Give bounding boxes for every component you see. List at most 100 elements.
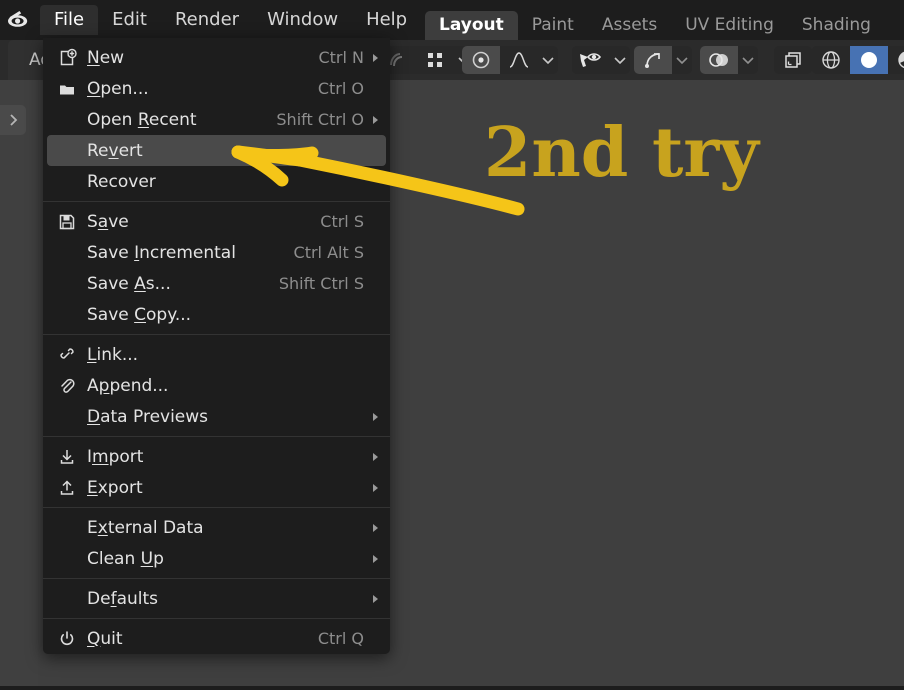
tab-layout[interactable]: Layout bbox=[425, 11, 518, 40]
open-folder-icon bbox=[47, 79, 87, 99]
menu-item-label: External Data bbox=[87, 517, 204, 538]
menu-root-render[interactable]: Render bbox=[161, 5, 253, 35]
chevron-down-icon[interactable] bbox=[610, 46, 630, 74]
menu-item-save[interactable]: Save Ctrl S bbox=[47, 206, 386, 237]
tab-paint[interactable]: Paint bbox=[518, 11, 588, 40]
submenu-arrow-icon bbox=[366, 594, 386, 604]
menu-item-link[interactable]: Link... bbox=[47, 339, 386, 370]
submenu-arrow-icon bbox=[366, 452, 386, 462]
snap-grid-icon[interactable] bbox=[416, 46, 454, 74]
menu-separator bbox=[43, 618, 390, 619]
menu-item-revert[interactable]: Revert bbox=[47, 135, 386, 166]
submenu-arrow-icon bbox=[366, 483, 386, 493]
import-arrow-icon bbox=[47, 447, 87, 467]
menu-item-quit[interactable]: Quit Ctrl Q bbox=[47, 623, 386, 654]
shading-group bbox=[812, 46, 904, 74]
submenu-arrow-icon bbox=[366, 523, 386, 533]
chain-link-icon bbox=[47, 345, 87, 365]
snapping-group bbox=[462, 46, 558, 74]
menu-item-save-copy[interactable]: Save Copy... bbox=[47, 299, 386, 330]
save-floppy-icon bbox=[47, 212, 87, 232]
menu-item-new[interactable]: New Ctrl N bbox=[47, 42, 386, 73]
transform-group bbox=[634, 46, 692, 74]
overlay-toggle-icon[interactable] bbox=[700, 46, 738, 74]
wireframe-shading-icon[interactable] bbox=[812, 46, 850, 74]
menu-root-list: File Edit Render Window Help bbox=[40, 0, 421, 40]
submenu-arrow-icon bbox=[366, 412, 386, 422]
menu-item-shortcut: Ctrl N bbox=[318, 48, 364, 67]
menu-separator bbox=[43, 436, 390, 437]
menu-item-export[interactable]: Export bbox=[47, 472, 386, 503]
menu-item-label: Clean Up bbox=[87, 548, 164, 569]
menu-item-external-data[interactable]: External Data bbox=[47, 512, 386, 543]
menu-item-label: Quit bbox=[87, 628, 123, 649]
menu-item-label: Export bbox=[87, 477, 143, 498]
material-preview-icon[interactable] bbox=[888, 46, 904, 74]
submenu-arrow-icon bbox=[366, 115, 386, 125]
menu-root-edit[interactable]: Edit bbox=[98, 5, 161, 35]
new-file-icon bbox=[47, 48, 87, 68]
submenu-arrow-icon bbox=[366, 554, 386, 564]
menu-item-label: Import bbox=[87, 446, 144, 467]
menu-item-label: New bbox=[87, 47, 125, 68]
menu-root-help[interactable]: Help bbox=[352, 5, 421, 35]
menu-item-data-previews[interactable]: Data Previews bbox=[47, 401, 386, 432]
menu-item-label: Save Incremental bbox=[87, 242, 236, 263]
power-icon bbox=[47, 629, 87, 649]
transform-orientation-icon[interactable] bbox=[634, 46, 672, 74]
paperclip-icon bbox=[47, 376, 87, 396]
blender-logo-icon[interactable] bbox=[0, 0, 40, 40]
menu-item-import[interactable]: Import bbox=[47, 441, 386, 472]
menu-separator bbox=[43, 507, 390, 508]
overlays-group bbox=[700, 46, 758, 74]
menu-item-save-as[interactable]: Save As... Shift Ctrl S bbox=[47, 268, 386, 299]
chevron-down-icon[interactable] bbox=[538, 46, 558, 74]
menu-item-label: Recover bbox=[87, 171, 156, 192]
menu-item-shortcut: Ctrl O bbox=[317, 79, 364, 98]
menu-item-recover[interactable]: Recover bbox=[47, 166, 386, 197]
chevron-down-icon[interactable] bbox=[672, 46, 692, 74]
viewport-toolbar-strip bbox=[0, 80, 38, 686]
falloff-curve-icon[interactable] bbox=[500, 46, 538, 74]
menu-separator bbox=[43, 334, 390, 335]
chevron-right-icon[interactable] bbox=[0, 105, 26, 135]
menu-item-open[interactable]: Open... Ctrl O bbox=[47, 73, 386, 104]
chevron-down-icon[interactable] bbox=[738, 46, 758, 74]
menu-item-label: Revert bbox=[87, 140, 143, 161]
menu-item-label: Save Copy... bbox=[87, 304, 192, 325]
menu-separator bbox=[43, 578, 390, 579]
blender-window: File Edit Render Window Help Layout Pain… bbox=[0, 0, 904, 686]
menu-item-label: Save As... bbox=[87, 273, 171, 294]
tab-shading[interactable]: Shading bbox=[788, 11, 885, 40]
menu-item-shortcut: Shift Ctrl O bbox=[276, 110, 364, 129]
menu-item-label: Link... bbox=[87, 344, 139, 365]
menu-item-label: Open... bbox=[87, 78, 149, 99]
submenu-arrow-icon bbox=[366, 53, 386, 63]
menu-item-defaults[interactable]: Defaults bbox=[47, 583, 386, 614]
menu-item-save-incremental[interactable]: Save Incremental Ctrl Alt S bbox=[47, 237, 386, 268]
menu-root-file[interactable]: File bbox=[40, 5, 99, 35]
xray-toggle-icon[interactable] bbox=[774, 46, 812, 74]
menu-item-open-recent[interactable]: Open Recent Shift Ctrl O bbox=[47, 104, 386, 135]
menu-item-label: Data Previews bbox=[87, 406, 209, 427]
menu-separator bbox=[43, 201, 390, 202]
menu-item-label: Defaults bbox=[87, 588, 158, 609]
xray-group bbox=[774, 46, 812, 74]
select-visibility-icon[interactable] bbox=[572, 46, 610, 74]
menu-item-shortcut: Ctrl S bbox=[320, 212, 364, 231]
menu-item-append[interactable]: Append... bbox=[47, 370, 386, 401]
tab-uv-editing[interactable]: UV Editing bbox=[671, 11, 788, 40]
menu-item-shortcut: Ctrl Alt S bbox=[293, 243, 364, 262]
snap-magnet-icon[interactable] bbox=[462, 46, 500, 74]
menu-item-shortcut: Ctrl Q bbox=[317, 629, 364, 648]
menu-item-label: Append... bbox=[87, 375, 169, 396]
menu-item-label: Open Recent bbox=[87, 109, 197, 130]
solid-shading-icon[interactable] bbox=[850, 46, 888, 74]
export-arrow-icon bbox=[47, 478, 87, 498]
menu-item-label: Save bbox=[87, 211, 129, 232]
workspace-tab-bar: Layout Paint Assets UV Editing Shading bbox=[425, 7, 885, 40]
tab-assets[interactable]: Assets bbox=[588, 11, 671, 40]
file-dropdown-menu[interactable]: New Ctrl N Open... Ctrl O Open Recent Sh… bbox=[43, 38, 390, 654]
menu-item-clean-up[interactable]: Clean Up bbox=[47, 543, 386, 574]
menu-root-window[interactable]: Window bbox=[253, 5, 352, 35]
